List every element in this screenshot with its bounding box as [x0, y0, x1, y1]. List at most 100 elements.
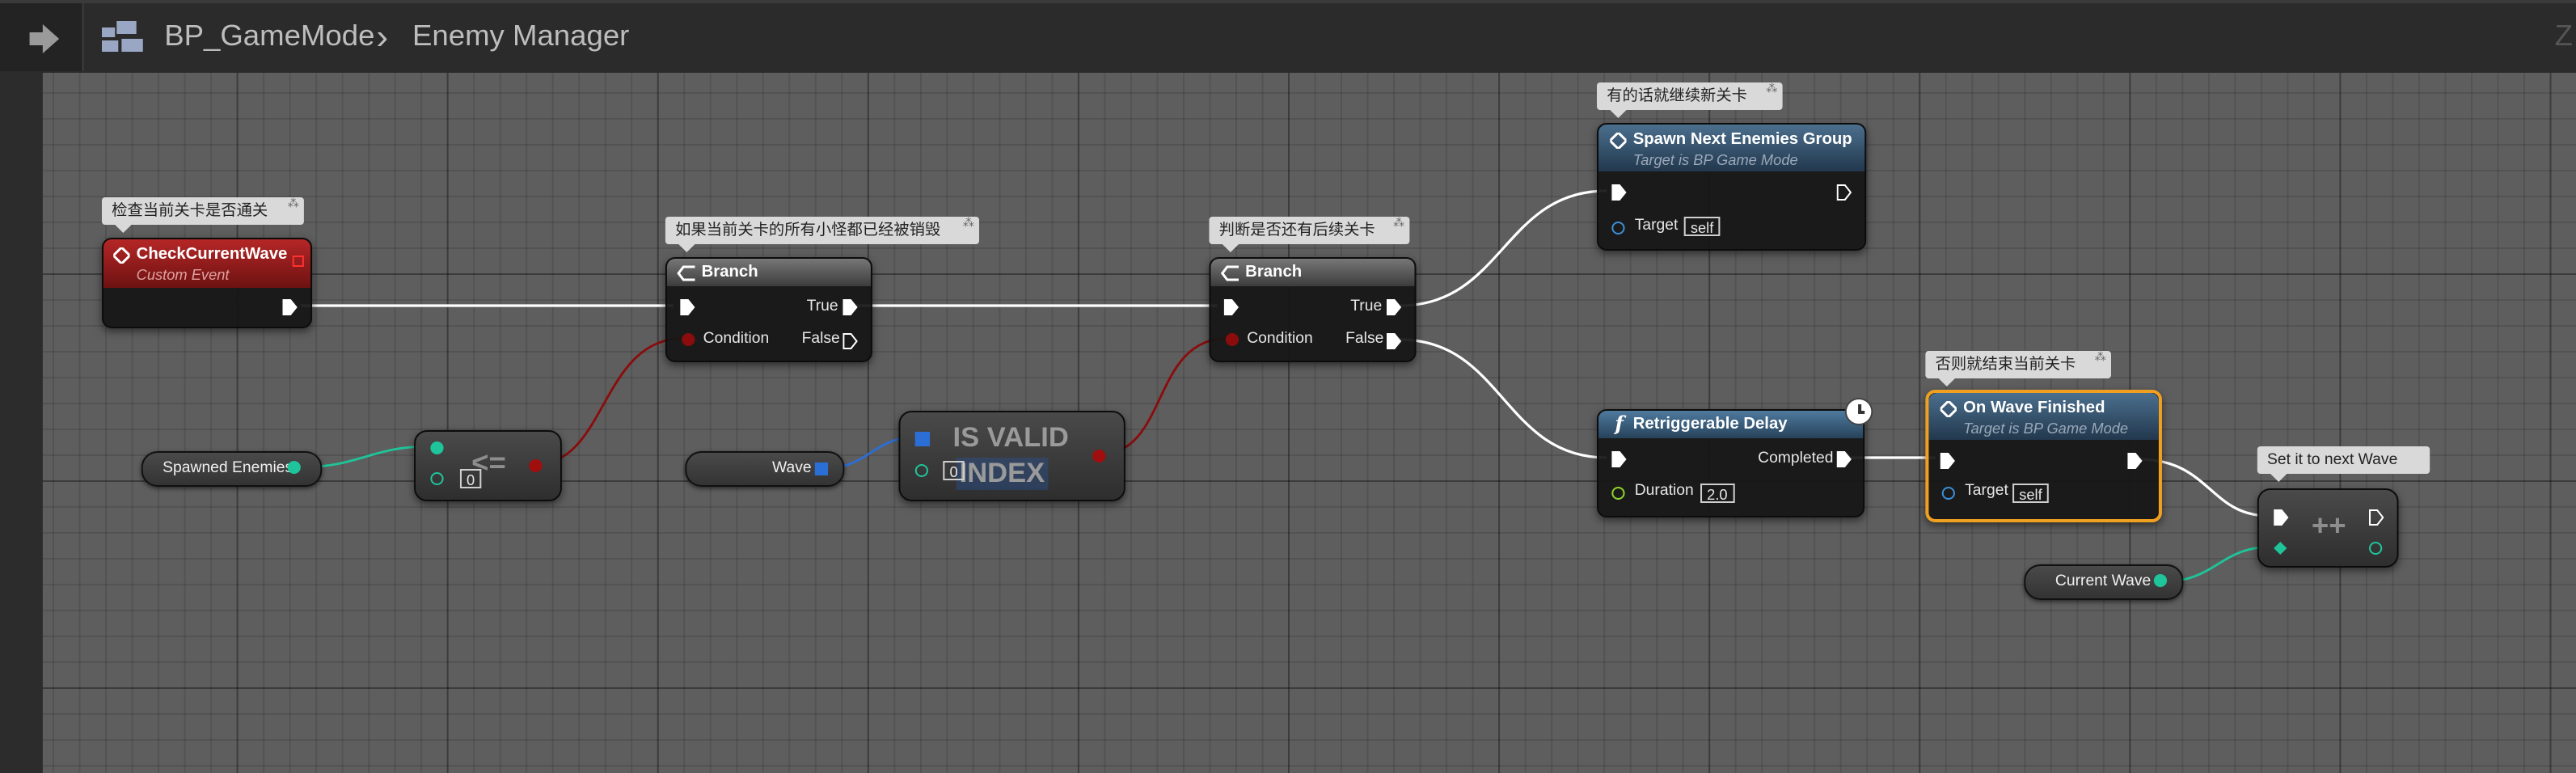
node-subtitle: Target is BP Game Mode	[1963, 420, 2129, 437]
node-header	[666, 259, 871, 286]
exec-out-pin[interactable]	[2127, 453, 2143, 469]
node-branch-2[interactable]: Branch True Condition False	[1209, 257, 1417, 362]
function-icon: f	[1615, 412, 1624, 435]
node-less-equal[interactable]: <= 0	[414, 430, 562, 501]
target-value[interactable]: self	[2012, 484, 2049, 503]
condition-pin[interactable]	[1225, 333, 1239, 346]
toggle-panel-button[interactable]	[0, 3, 84, 71]
comment-next-wave[interactable]: Set it to next Wave	[2257, 446, 2430, 482]
node-title-line1: IS VALID	[952, 422, 1069, 453]
comment-all-destroyed[interactable]: 如果当前关卡的所有小怪都已经被销毁 ⁂	[665, 217, 980, 252]
completed-label: Completed	[1758, 450, 1834, 467]
branch-icon	[677, 265, 695, 281]
true-label: True	[1350, 298, 1383, 315]
var-spawned-enemies[interactable]: Spawned Enemies	[141, 451, 323, 487]
condition-label: Condition	[703, 330, 770, 348]
comment-continue-next[interactable]: 有的话就继续新关卡 ⁂	[1597, 82, 1783, 118]
b-pin[interactable]	[430, 472, 444, 485]
result-pin[interactable]	[2368, 542, 2383, 555]
breadcrumb-root[interactable]: BP_GameMode	[164, 19, 374, 53]
node-branch-1[interactable]: Branch True Condition False	[665, 257, 872, 362]
left-side-panel	[0, 73, 44, 773]
target-value[interactable]: self	[1683, 217, 1721, 236]
comment-text: 如果当前关卡的所有小怪都已经被销毁	[675, 222, 941, 239]
target-pin[interactable]	[1611, 222, 1625, 234]
target-label: Target	[1965, 482, 2008, 500]
breadcrumb-current: Enemy Manager	[412, 19, 630, 52]
result-pin[interactable]	[529, 459, 543, 472]
event-call-icon	[1940, 401, 1957, 417]
duration-pin[interactable]	[1611, 487, 1625, 500]
exec-false-pin[interactable]	[842, 333, 858, 349]
b-value[interactable]: 0	[459, 469, 482, 488]
var-label: Spawned Enemies	[163, 459, 293, 477]
node-is-valid-index[interactable]: IS VALID INDEX 0	[898, 411, 1125, 501]
var-wave[interactable]: Wave	[685, 451, 845, 487]
comment-text: Set it to next Wave	[2267, 451, 2398, 469]
exec-in-pin[interactable]	[680, 299, 695, 315]
node-spawn-next-enemies[interactable]: Spawn Next Enemies Group Target is BP Ga…	[1597, 123, 1867, 251]
var-out-pin[interactable]	[2153, 574, 2168, 587]
node-header	[1210, 259, 1415, 286]
comment-text: 否则就结束当前关卡	[1935, 356, 2076, 374]
exec-in-pin[interactable]	[1940, 453, 1955, 469]
node-retriggerable-delay[interactable]: f Retriggerable Delay Completed Duration…	[1597, 398, 1873, 517]
array-out-pin[interactable]	[814, 463, 829, 475]
index-pin[interactable]	[914, 464, 929, 477]
target-pin[interactable]	[1941, 487, 1955, 500]
exec-out-pin[interactable]	[2368, 509, 2384, 526]
node-subtitle: Target is BP Game Mode	[1632, 152, 1798, 168]
exec-out-pin[interactable]	[1836, 184, 1852, 201]
var-current-wave[interactable]: Current Wave	[2024, 564, 2184, 600]
index-value[interactable]: 0	[943, 461, 965, 480]
duration-label: Duration	[1634, 482, 1694, 500]
return-pin[interactable]	[1092, 450, 1106, 463]
exec-true-pin[interactable]	[1386, 299, 1402, 315]
pin-icon: ⁂	[287, 199, 299, 210]
exec-in-pin[interactable]	[1223, 299, 1239, 315]
node-check-current-wave[interactable]: CheckCurrentWave Custom Event	[101, 238, 313, 328]
breadcrumb-separator-icon: ›	[376, 16, 389, 57]
exec-true-pin[interactable]	[842, 299, 858, 315]
branch-icon	[1220, 265, 1239, 281]
exec-out-pin[interactable]	[282, 299, 298, 315]
node-increment[interactable]: ++	[2257, 488, 2399, 568]
int-ref-pin[interactable]	[2274, 542, 2287, 555]
var-out-pin[interactable]	[287, 461, 301, 474]
comment-check-current[interactable]: 检查当前关卡是否通关 ⁂	[101, 197, 304, 233]
arrow-right-icon	[29, 24, 60, 53]
pin-icon: ⁂	[1766, 84, 1778, 95]
blueprint-graph-icon	[101, 21, 143, 52]
comment-text: 判断是否还有后续关卡	[1218, 222, 1375, 239]
exec-false-pin[interactable]	[1386, 333, 1402, 349]
array-target-pin[interactable]	[914, 432, 931, 446]
a-pin[interactable]	[430, 441, 444, 454]
comment-has-next[interactable]: 判断是否还有后续关卡 ⁂	[1209, 217, 1410, 252]
exec-in-pin[interactable]	[2274, 509, 2289, 526]
comment-else-finish[interactable]: 否则就结束当前关卡 ⁂	[1925, 351, 2111, 386]
condition-label: Condition	[1247, 330, 1313, 348]
node-title: Branch	[1245, 264, 1303, 281]
condition-pin[interactable]	[682, 333, 695, 346]
node-on-wave-finished[interactable]: On Wave Finished Target is BP Game Mode …	[1925, 390, 2162, 522]
duration-value[interactable]: 2.0	[1700, 484, 1734, 503]
node-title: CheckCurrentWave	[136, 246, 288, 264]
exec-in-pin[interactable]	[1611, 451, 1627, 467]
pin-icon: ⁂	[962, 218, 974, 230]
var-label: Current Wave	[2054, 572, 2152, 590]
var-label: Wave	[771, 459, 812, 477]
delegate-pin-icon[interactable]	[292, 256, 304, 267]
comment-text: 检查当前关卡是否通关	[112, 202, 268, 220]
node-title-line2: INDEX	[956, 458, 1049, 490]
node-subtitle: Custom Event	[136, 267, 230, 283]
pin-icon: ⁂	[1393, 218, 1405, 230]
false-label: False	[801, 330, 840, 348]
exec-completed-pin[interactable]	[1836, 451, 1852, 467]
true-label: True	[806, 298, 838, 315]
node-title: Branch	[701, 264, 758, 281]
comment-text: 有的话就继续新关卡	[1607, 87, 1747, 105]
exec-in-pin[interactable]	[1611, 184, 1627, 201]
graph-canvas[interactable]	[42, 73, 2576, 773]
target-label: Target	[1634, 217, 1679, 234]
event-icon	[113, 247, 130, 264]
